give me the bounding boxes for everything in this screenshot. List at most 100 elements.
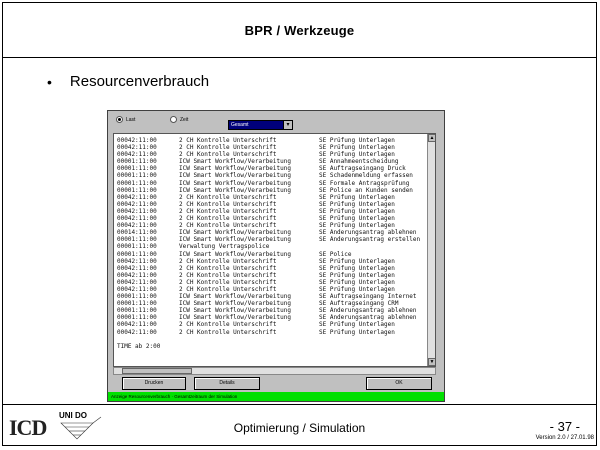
print-button[interactable]: Drucken	[122, 377, 186, 390]
list-row[interactable]: 00042:11:00 2 CH Kontrolle Unterschrift SE…	[117, 194, 427, 201]
list-cell: 00042:11:00	[117, 278, 157, 286]
bullet-dot-icon: •	[47, 73, 52, 90]
resource-window: Last Zeit Gesamt ▾ 00042:11:00 2 CH Kontr…	[107, 110, 445, 402]
list-cell: 00042:11:00	[117, 137, 157, 144]
list-cell: 00042:11:00	[117, 200, 157, 208]
resource-listbox[interactable]: 00042:11:00 2 CH Kontrolle Unterschrift SE…	[113, 133, 436, 367]
list-cell: SE Auftragseingang CRM	[319, 300, 399, 308]
list-row[interactable]: 00042:11:00 2 CH Kontrolle Unterschrift SE…	[117, 137, 427, 144]
list-cell: 00042:11:00	[117, 144, 157, 152]
list-cell: SE Prüfung Unterlagen	[319, 222, 395, 230]
list-row[interactable]: 00042:11:00 2 CH Kontrolle Unterschrift SE…	[117, 144, 427, 151]
list-cell: ICW Smart Workflow/Verarbeitung	[179, 172, 291, 180]
list-row[interactable]: 00042:11:00 2 CH Kontrolle Unterschrift SE…	[117, 265, 427, 272]
ok-button[interactable]: OK	[366, 377, 432, 390]
list-cell: 00001:11:00	[117, 165, 157, 173]
list-cell: 00042:11:00	[117, 151, 157, 159]
list-cell: 2 CH Kontrolle Unterschrift	[179, 321, 277, 329]
radio-last[interactable]: Last	[116, 116, 135, 123]
list-cell: ICW Smart Workflow/Verarbeitung	[179, 179, 291, 187]
uni-do-logo-text: UNI DO	[59, 411, 87, 420]
list-row[interactable]: 00001:11:00 ICW Smart Workflow/Verarbeitu…	[117, 300, 427, 307]
list-row[interactable]: 00042:11:00 2 CH Kontrolle Unterschrift SE…	[117, 215, 427, 222]
list-cell: 00001:11:00	[117, 236, 157, 244]
list-cell: 00042:11:00	[117, 257, 157, 265]
horizontal-scroll-thumb[interactable]	[122, 368, 192, 374]
list-row[interactable]: 00001:11:00 ICW Smart Workflow/Verarbeitu…	[117, 314, 427, 321]
list-cell: SE Änderungsantrag ablehnen	[319, 307, 417, 315]
list-cell: SE Änderungsantrag erstellen	[319, 236, 421, 244]
list-cell: SE Prüfung Unterlagen	[319, 200, 395, 208]
list-cell: SE Prüfung Unterlagen	[319, 285, 395, 293]
list-cell: 00042:11:00	[117, 193, 157, 201]
list-cell: SE Prüfung Unterlagen	[319, 257, 395, 265]
list-row[interactable]: 00042:11:00 2 CH Kontrolle Unterschrift SE…	[117, 208, 427, 215]
scroll-down-icon[interactable]: ▼	[428, 358, 435, 366]
page-number: - 37 -	[549, 419, 580, 434]
list-cell: ICW Smart Workflow/Verarbeitung	[179, 165, 291, 173]
list-cell: SE Prüfung Unterlagen	[319, 144, 395, 152]
slide-header: BPR / Werkzeuge	[3, 3, 596, 58]
list-cell: SE Formale Antragsprüfung	[319, 179, 410, 187]
list-cell: SE Auftragseingang Internet	[319, 293, 417, 301]
list-row[interactable]: 00001:11:00 ICW Smart Workflow/Verarbeitu…	[117, 158, 427, 165]
list-cell: 00042:11:00	[117, 271, 157, 279]
list-cell: 2 CH Kontrolle Unterschrift	[179, 285, 277, 293]
list-row[interactable]: TIME ab 2:00	[117, 343, 427, 350]
list-row[interactable]: 00042:11:00 2 CH Kontrolle Unterschrift SE…	[117, 151, 427, 158]
radio-zeit-circle[interactable]	[170, 116, 177, 123]
list-cell: 2 CH Kontrolle Unterschrift	[179, 215, 277, 223]
view-combobox[interactable]: Gesamt ▾	[228, 120, 293, 130]
list-row[interactable]: 00001:11:00 ICW Smart Workflow/Verarbeitu…	[117, 165, 427, 172]
combo-arrow-icon[interactable]: ▾	[283, 121, 292, 129]
scroll-up-icon[interactable]: ▲	[428, 134, 435, 142]
list-cell: 2 CH Kontrolle Unterschrift	[179, 271, 277, 279]
status-bar: Anzeige Resourcenverbrauch · Gesamtzeitr…	[108, 392, 444, 401]
list-cell: SE Änderungsantrag ablehnen	[319, 314, 417, 322]
footer-title: Optimierung / Simulation	[233, 421, 366, 435]
radio-last-circle[interactable]	[116, 116, 123, 123]
list-row[interactable]: 00042:11:00 2 CH Kontrolle Unterschrift SE…	[117, 321, 427, 328]
list-row[interactable]: 00042:11:00 2 CH Kontrolle Unterschrift SE…	[117, 279, 427, 286]
list-cell: SE Prüfung Unterlagen	[319, 151, 395, 159]
list-row[interactable]: 00042:11:00 2 CH Kontrolle Unterschrift SE…	[117, 286, 427, 293]
list-cell: SE Schadenmeldung erfassen	[319, 172, 413, 180]
list-row[interactable]: 00001:11:00 ICW Smart Workflow/Verarbeitu…	[117, 293, 427, 300]
radio-last-label: Last	[126, 116, 136, 123]
list-cell: 00001:11:00	[117, 186, 157, 194]
horizontal-scrollbar[interactable]	[113, 367, 436, 375]
list-row[interactable]: 00042:11:00 2 CH Kontrolle Unterschrift SE…	[117, 201, 427, 208]
list-cell: 2 CH Kontrolle Unterschrift	[179, 144, 277, 152]
list-row[interactable]: 00001:11:00 ICW Smart Workflow/Verarbeitu…	[117, 172, 427, 179]
list-row[interactable]: 00001:11:00 ICW Smart Workflow/Verarbeitu…	[117, 180, 427, 187]
list-row[interactable]	[117, 336, 427, 343]
list-cell: 2 CH Kontrolle Unterschrift	[179, 257, 277, 265]
view-combobox-value[interactable]: Gesamt	[229, 121, 283, 129]
list-cell: 00001:11:00	[117, 293, 157, 301]
list-cell: SE Prüfung Unterlagen	[319, 271, 395, 279]
list-row[interactable]: 00001:11:00 ICW Smart Workflow/Verarbeitu…	[117, 307, 427, 314]
list-cell: 00042:11:00	[117, 264, 157, 272]
list-row[interactable]: 00001:11:00 ICW Smart Workflow/Verarbeitu…	[117, 236, 427, 243]
list-row[interactable]: 00042:11:00 2 CH Kontrolle Unterschrift SE…	[117, 272, 427, 279]
list-row[interactable]: 00042:11:00 2 CH Kontrolle Unterschrift SE…	[117, 329, 427, 336]
list-cell: 00042:11:00	[117, 222, 157, 230]
list-row[interactable]: 00042:11:00 2 CH Kontrolle Unterschrift SE…	[117, 222, 427, 229]
list-row[interactable]: 00001:11:00 ICW Smart Workflow/Verarbeitu…	[117, 187, 427, 194]
list-row[interactable]: 00001:11:00 Verwaltung Vertragspolice	[117, 243, 427, 250]
list-cell: SE Prüfung Unterlagen	[319, 207, 395, 215]
list-cell: ICW Smart Workflow/Verarbeitung	[179, 186, 291, 194]
list-row[interactable]: 00001:11:00 ICW Smart Workflow/Verarbeitu…	[117, 251, 427, 258]
bullet-text: Resourcenverbrauch	[69, 73, 210, 90]
list-cell: SE Police an Kunden senden	[319, 186, 413, 194]
list-cell: 00001:11:00	[117, 314, 157, 322]
list-cell: 2 CH Kontrolle Unterschrift	[179, 137, 277, 144]
list-cell: ICW Smart Workflow/Verarbeitung	[179, 307, 291, 315]
list-row[interactable]: 00014:11:00 ICW Smart Workflow/Verarbeitu…	[117, 229, 427, 236]
vertical-scrollbar[interactable]: ▲ ▼	[427, 134, 435, 366]
list-cell: 2 CH Kontrolle Unterschrift	[179, 151, 277, 159]
list-cell: ICW Smart Workflow/Verarbeitung	[179, 293, 291, 301]
list-row[interactable]: 00042:11:00 2 CH Kontrolle Unterschrift SE…	[117, 258, 427, 265]
details-button[interactable]: Details	[194, 377, 260, 390]
radio-zeit[interactable]: Zeit	[170, 116, 188, 123]
